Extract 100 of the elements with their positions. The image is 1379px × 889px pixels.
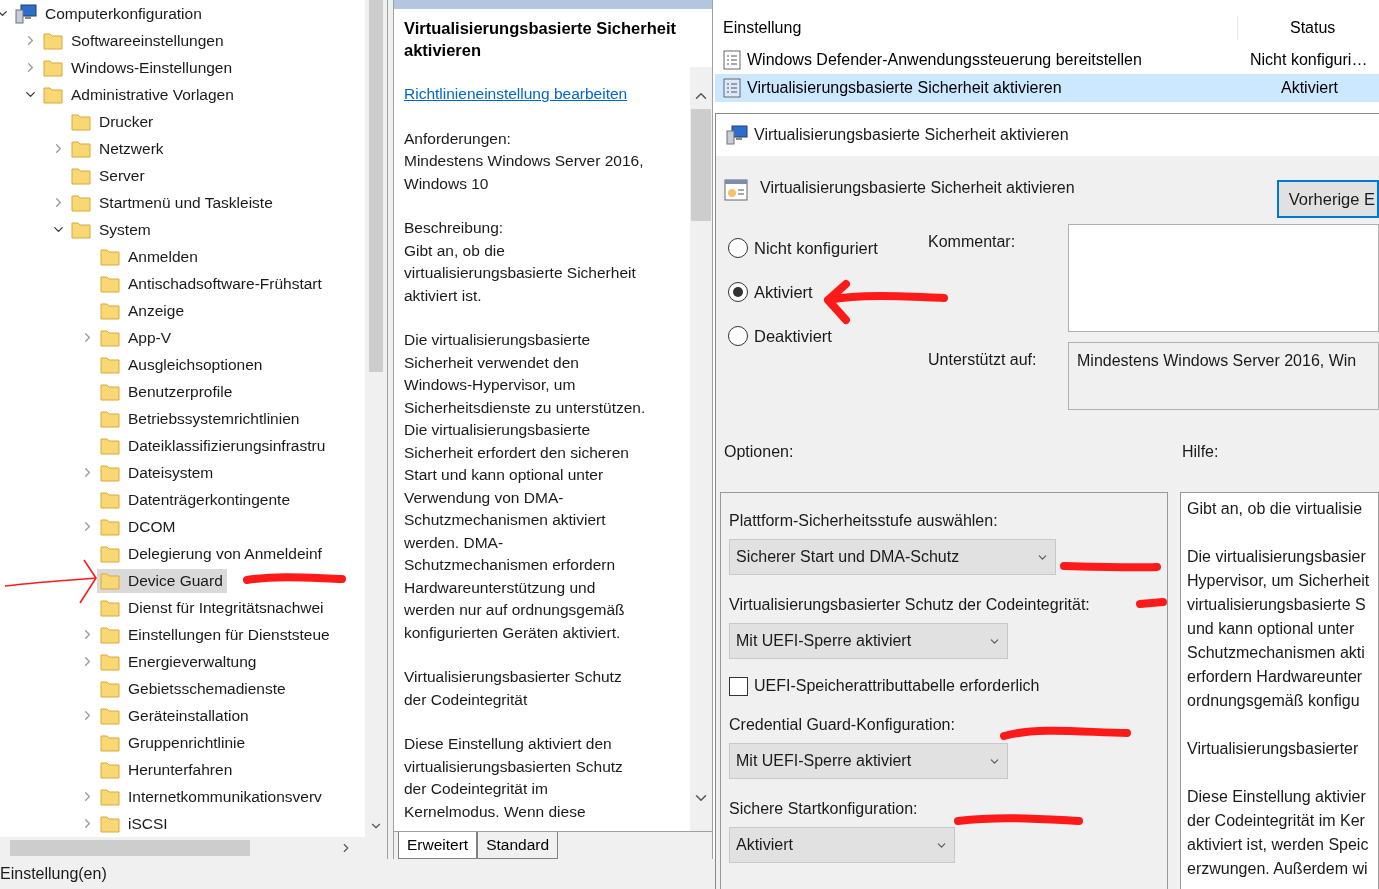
setting-name: Virtualisierungsbasierte Sicherheit aktivieren bbox=[760, 178, 1075, 198]
previous-button[interactable]: Vorherige E bbox=[1276, 180, 1379, 218]
folder-icon bbox=[71, 166, 91, 185]
folder-icon bbox=[100, 706, 120, 725]
help-paragraph: Gibt an, ob die virtualisie bbox=[1187, 499, 1364, 519]
tree-item[interactable]: DCOM bbox=[97, 514, 180, 539]
setting-status: Nicht konfiguri… bbox=[1249, 50, 1368, 70]
tree-item[interactable]: Anzeige bbox=[97, 298, 188, 323]
folder-icon bbox=[100, 544, 120, 563]
radio-button[interactable] bbox=[728, 282, 748, 303]
tree-item[interactable]: Startmenü und Taskleiste bbox=[68, 190, 277, 215]
dialog-title: Virtualisierungsbasierte Sicherheit aktivieren bbox=[754, 125, 1069, 145]
tree-item[interactable]: Betriebssystemrichtlinien bbox=[97, 406, 304, 431]
tree-item[interactable]: Softwareeinstellungen bbox=[40, 28, 228, 53]
scrollbar-thumb[interactable] bbox=[369, 0, 383, 372]
description-paragraph: Die virtualisierungsbasierte Sicherheit verwendet den Windows-Hypervisor, um Sicherheitsdienste zu unterstützen. Die virtualisierungsbasierte Sicherheit erfordert den sicheren Start und kann optional unter Verwendung von DMA- Schutzmechanismen aktiviert werden. DMA- Schutzmechanismen erfordern Hardwareunterstützung und werden nur auf ordnungsgemäß konfigurierten Geräten aktiviert. bbox=[404, 330, 647, 643]
folder-icon bbox=[43, 85, 63, 104]
column-header[interactable]: Einstellung bbox=[715, 16, 1238, 40]
folder-icon bbox=[43, 58, 63, 77]
folder-icon bbox=[100, 652, 120, 671]
settings-row[interactable]: Windows Defender-Anwendungssteuerung bereitstellen Nicht konfiguri… bbox=[715, 46, 1379, 74]
explain-title: Virtualisierungsbasierte Sicherheit aktivieren bbox=[403, 18, 678, 61]
setting-status: Aktiviert bbox=[1280, 78, 1338, 98]
folder-icon bbox=[100, 436, 120, 455]
option-label: Plattform-Sicherheitsstufe auswählen: bbox=[729, 511, 998, 531]
scrollbar[interactable] bbox=[365, 0, 387, 837]
checkbox[interactable] bbox=[729, 676, 748, 696]
horizontal-scrollbar[interactable] bbox=[0, 837, 387, 859]
option-label: Credential Guard-Konfiguration: bbox=[729, 715, 955, 735]
radio-option[interactable]: Aktiviert bbox=[728, 279, 928, 305]
scrollbar[interactable] bbox=[690, 67, 712, 831]
tree-item[interactable]: System bbox=[68, 217, 155, 242]
radio-button[interactable] bbox=[728, 238, 748, 259]
folder-icon bbox=[100, 679, 120, 698]
dropdown[interactable]: Aktiviert bbox=[729, 827, 955, 863]
tree-item[interactable]: Server bbox=[68, 163, 149, 188]
tree-item[interactable]: Delegierung von Anmeldeinf bbox=[97, 541, 326, 566]
tree-item[interactable]: Herunterfahren bbox=[97, 757, 237, 782]
tree-item[interactable]: Computerkonfiguration bbox=[12, 1, 206, 26]
tree-item[interactable]: Administrative Vorlagen bbox=[40, 82, 238, 107]
help-label: Hilfe: bbox=[1182, 442, 1219, 462]
scrollbar-thumb[interactable] bbox=[10, 840, 250, 856]
folder-icon bbox=[100, 517, 120, 536]
tab[interactable]: Standard bbox=[477, 832, 559, 859]
checkbox-option[interactable]: UEFI-Speicherattributtabelle erforderlich bbox=[729, 671, 1167, 701]
tree-item[interactable]: Geräteinstallation bbox=[97, 703, 253, 728]
description-paragraph: Beschreibung: Gibt an, ob die virtualisierungsbasierte Sicherheit aktiviert ist. bbox=[404, 218, 637, 306]
tree-item[interactable]: Dateiklassifizierungsinfrastru bbox=[97, 433, 330, 458]
tree-item[interactable]: Gruppenrichtlinie bbox=[97, 730, 250, 755]
folder-icon bbox=[100, 598, 120, 617]
tree-item[interactable]: Antischadsoftware-Frühstart bbox=[97, 271, 326, 296]
help-paragraph: Diese Einstellung aktivier der Codeintegrität im Ker aktiviert ist, werden Speic erzwungen. Außerdem wi bbox=[1187, 787, 1370, 879]
dropdown[interactable]: Sicherer Start und DMA-Schutz bbox=[729, 539, 1056, 575]
folder-icon bbox=[100, 409, 120, 428]
scrollbar-thumb[interactable] bbox=[691, 109, 711, 221]
tree-item[interactable]: Ausgleichsoptionen bbox=[97, 352, 267, 377]
description-paragraph: Anforderungen: Mindestens Windows Server 2016, Windows 10 bbox=[404, 128, 645, 194]
computer-icon bbox=[726, 125, 748, 145]
dropdown[interactable]: Mit UEFI-Sperre aktiviert bbox=[729, 623, 1008, 659]
tree-item[interactable]: Device Guard bbox=[97, 568, 227, 593]
folder-icon bbox=[100, 760, 120, 779]
tree-item[interactable]: Windows-Einstellungen bbox=[40, 55, 237, 80]
folder-icon bbox=[43, 31, 63, 50]
tree-item[interactable]: Gebietsschemadienste bbox=[97, 676, 290, 701]
radio-option[interactable]: Nicht konfiguriert bbox=[728, 236, 928, 261]
comment-field[interactable] bbox=[1068, 224, 1379, 332]
tree-item[interactable]: Dienst für Integritätsnachwei bbox=[97, 595, 328, 620]
document-icon bbox=[723, 78, 741, 98]
policy-icon bbox=[724, 178, 748, 202]
settings-row[interactable]: Virtualisierungsbasierte Sicherheit aktivieren Aktiviert bbox=[715, 74, 1379, 102]
tree-item[interactable]: Netzwerk bbox=[68, 136, 168, 161]
folder-icon bbox=[100, 301, 120, 320]
folder-icon bbox=[71, 139, 91, 158]
edit-policy-link[interactable]: Richtlinieneinstellung bearbeiten bbox=[404, 85, 628, 102]
tree-item[interactable]: Energieverwaltung bbox=[97, 649, 261, 674]
tree-item[interactable]: App-V bbox=[97, 325, 176, 350]
radio-option[interactable]: Deaktiviert bbox=[728, 323, 928, 349]
radio-button[interactable] bbox=[728, 325, 748, 346]
tree-item[interactable]: Einstellungen für Dienststeue bbox=[97, 622, 334, 647]
status-bar-text: Einstellung(en) bbox=[0, 864, 107, 884]
folder-icon bbox=[100, 625, 120, 644]
tree-item[interactable]: Benutzerprofile bbox=[97, 379, 237, 404]
tree-item[interactable]: Dateisystem bbox=[97, 460, 218, 485]
folder-icon bbox=[100, 787, 120, 806]
folder-icon bbox=[100, 733, 120, 752]
folder-icon bbox=[100, 355, 120, 374]
tree-item[interactable]: Drucker bbox=[68, 109, 158, 134]
tree-item[interactable]: iSCSI bbox=[97, 811, 172, 836]
column-header[interactable]: Status bbox=[1238, 16, 1336, 40]
dropdown[interactable]: Mit UEFI-Sperre aktiviert bbox=[729, 743, 1008, 779]
option-label: Virtualisierungsbasierter Schutz der Codeintegrität: bbox=[729, 595, 1090, 615]
tree-item[interactable]: Internetkommunikationsverv bbox=[97, 784, 326, 809]
tree-item[interactable]: Anmelden bbox=[97, 244, 202, 269]
supported-field: Mindestens Windows Server 2016, Win bbox=[1068, 342, 1379, 410]
folder-icon bbox=[100, 571, 120, 590]
tree-item[interactable]: Datenträgerkontingente bbox=[97, 487, 294, 512]
tab[interactable]: Erweitert bbox=[398, 832, 478, 859]
folder-icon bbox=[100, 247, 120, 266]
folder-icon bbox=[100, 814, 120, 833]
folder-icon bbox=[100, 382, 120, 401]
